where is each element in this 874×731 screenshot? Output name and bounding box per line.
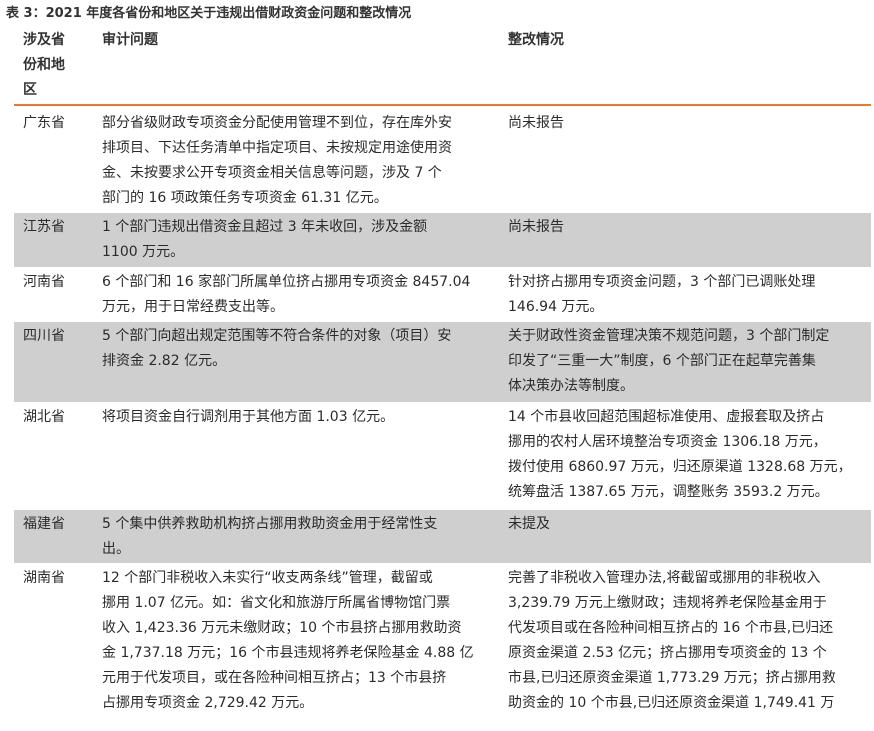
region-cell: 河南省 — [23, 274, 65, 290]
region-cell: 江苏省 — [23, 219, 65, 235]
header-region: 涉及省 份和地 区 — [23, 32, 65, 98]
rectify-cell: 尚未报告 — [508, 115, 564, 131]
table-row: 江苏省 1 个部门违规出借资金且超过 3 年未收回，涉及金额 1100 万元。 … — [14, 213, 871, 268]
issue-cell: 12 个部门非税收入未实行“收支两条线”管理，截留或 挪用 1.07 亿元。如：… — [102, 570, 474, 711]
header-rectify: 整改情况 — [508, 32, 564, 48]
rectify-cell: 完善了非税收入管理办法,将截留或挪用的非税收入 3,239.79 万元上缴财政；… — [508, 570, 836, 711]
table-row: 湖北省 将项目资金自行调剂用于其他方面 1.03 亿元。 14 个市县收回超范围… — [14, 403, 871, 510]
issue-cell: 5 个集中供养救助机构挤占挪用救助资金用于经常性支 出。 — [102, 516, 438, 557]
rectify-cell: 14 个市县收回超范围超标准使用、虚报套取及挤占 挪用的农村人居环境整治专项资金… — [508, 409, 852, 500]
issue-cell: 部分省级财政专项资金分配使用管理不到位，存在库外安 排项目、下达任务清单中指定项… — [102, 115, 452, 206]
rectify-cell: 未提及 — [508, 516, 550, 532]
region-cell: 福建省 — [23, 516, 65, 532]
table-row: 福建省 5 个集中供养救助机构挤占挪用救助资金用于经常性支 出。 未提及 — [14, 510, 871, 564]
rectify-cell: 关于财政性资金管理决策不规范问题，3 个部门制定 印发了“三重一大”制度，6 个… — [508, 328, 830, 394]
table-header: 涉及省 份和地 区 审计问题 整改情况 — [14, 24, 871, 106]
region-cell: 四川省 — [23, 328, 65, 344]
issue-cell: 1 个部门违规出借资金且超过 3 年未收回，涉及金额 1100 万元。 — [102, 219, 428, 260]
issue-cell: 将项目资金自行调剂用于其他方面 1.03 亿元。 — [102, 409, 395, 425]
header-issue: 审计问题 — [102, 32, 158, 48]
table-row: 河南省 6 个部门和 16 家部门所属单位挤占挪用专项资金 8457.04 万元… — [14, 268, 871, 322]
region-cell: 湖南省 — [23, 570, 65, 586]
rectification-table: 涉及省 份和地 区 审计问题 整改情况 广东省 部分省级财政专项资金分配使用管理… — [14, 24, 871, 731]
issue-cell: 5 个部门向超出规定范围等不符合条件的对象（项目）安 排资金 2.82 亿元。 — [102, 328, 452, 369]
table-row: 湖南省 12 个部门非税收入未实行“收支两条线”管理，截留或 挪用 1.07 亿… — [14, 564, 871, 731]
table-row: 四川省 5 个部门向超出规定范围等不符合条件的对象（项目）安 排资金 2.82 … — [14, 322, 871, 403]
table-caption: 表 3：2021 年度各省份和地区关于违规出借财政资金问题和整改情况 — [6, 6, 412, 21]
issue-cell: 6 个部门和 16 家部门所属单位挤占挪用专项资金 8457.04 万元，用于日… — [102, 274, 471, 315]
table-row: 广东省 部分省级财政专项资金分配使用管理不到位，存在库外安 排项目、下达任务清单… — [14, 106, 871, 213]
rectify-cell: 针对挤占挪用专项资金问题，3 个部门已调账处理 146.94 万元。 — [508, 274, 816, 315]
region-cell: 广东省 — [23, 115, 65, 131]
region-cell: 湖北省 — [23, 409, 65, 425]
rectify-cell: 尚未报告 — [508, 219, 564, 235]
